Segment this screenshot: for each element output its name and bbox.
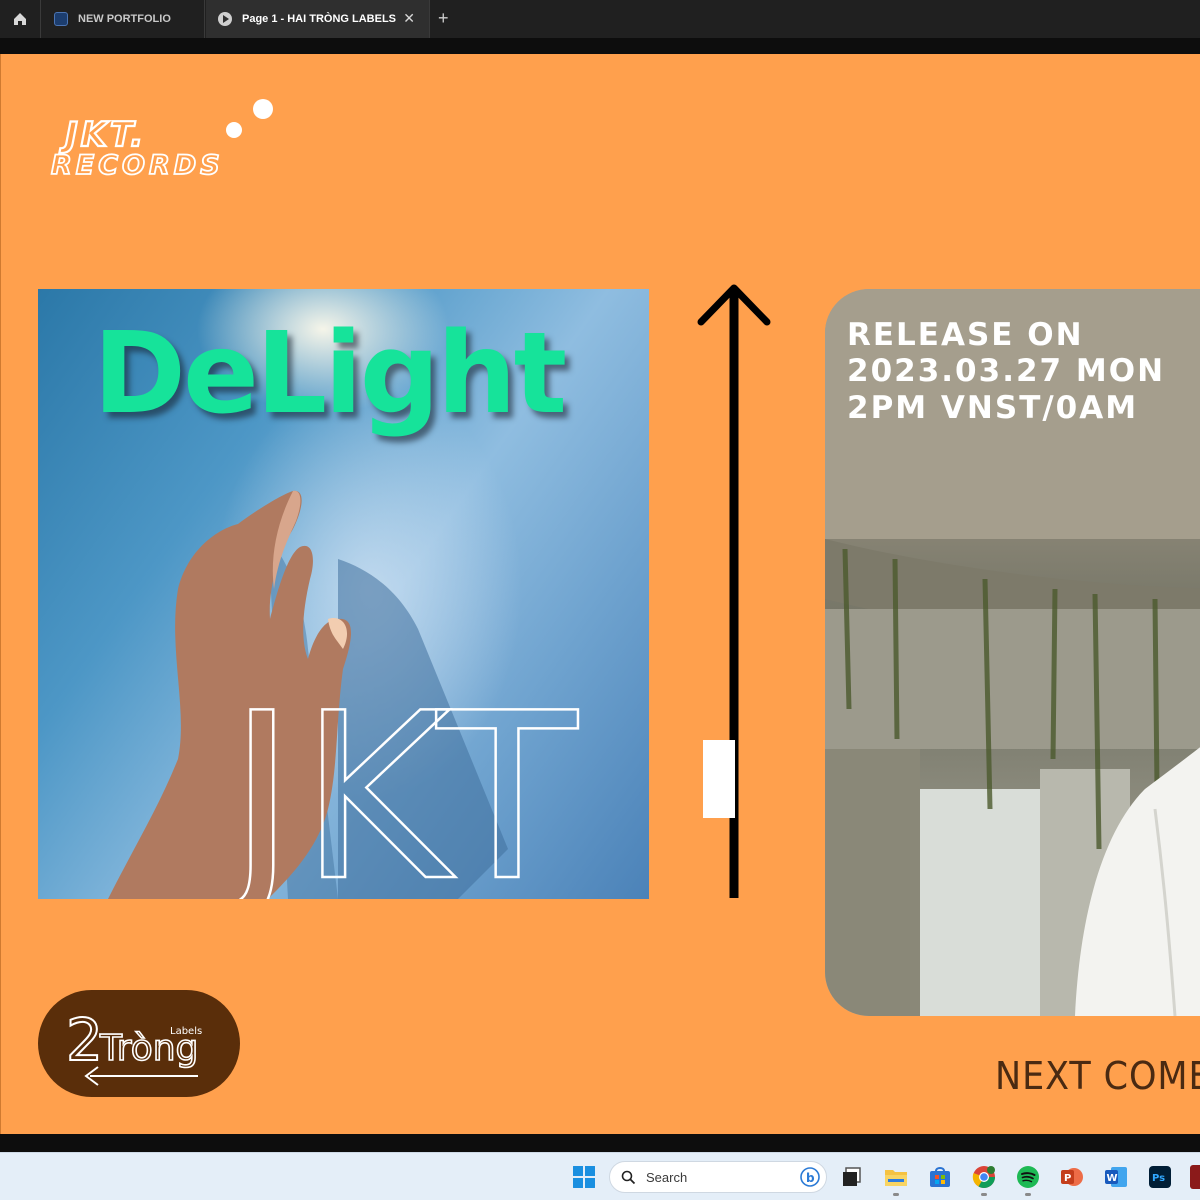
windows-start-icon[interactable]: [572, 1165, 596, 1189]
tab-label: Page 1 - HAI TRÒNG LABELS: [242, 13, 397, 25]
artist-photo: RELEASE ON 2023.03.27 MON 2PM VNST/0AM: [825, 289, 1200, 1016]
bing-icon[interactable]: b: [800, 1167, 820, 1187]
logo-number: 2: [66, 1006, 103, 1074]
release-line-3: 2PM VNST/0AM: [847, 390, 1139, 426]
svg-text:W: W: [1107, 1173, 1118, 1184]
svg-text:P: P: [1064, 1173, 1071, 1184]
hai-trong-labels-logo[interactable]: 2 Tròng Labels: [38, 990, 240, 1097]
chrome-icon[interactable]: [972, 1165, 996, 1189]
windows-taskbar: Search b P W Ps: [0, 1152, 1200, 1200]
photoshop-icon[interactable]: Ps: [1148, 1165, 1172, 1189]
figma-file-icon: [54, 12, 68, 26]
browser-tab-bar: NEW PORTFOLIO Page 1 - HAI TRÒNG LABELS …: [0, 0, 1200, 38]
next-coming-text: NEXT COME: [995, 1054, 1200, 1098]
close-tab-icon[interactable]: ✕: [403, 11, 415, 25]
home-button[interactable]: [0, 0, 41, 38]
powerpoint-icon[interactable]: P: [1060, 1165, 1084, 1189]
album-title: DeLight: [93, 309, 567, 439]
jkt-records-logo: JKT. RECORDS: [50, 99, 273, 182]
release-line-2: 2023.03.27 MON: [847, 353, 1166, 389]
taskbar-search-input[interactable]: Search b: [609, 1161, 827, 1193]
logo-tag: Labels: [170, 1026, 202, 1037]
scroll-thumb[interactable]: [703, 740, 735, 818]
logo-line-2: RECORDS: [51, 150, 224, 181]
tab-page-1[interactable]: Page 1 - HAI TRÒNG LABELS ✕: [206, 0, 430, 38]
spotify-icon[interactable]: [1016, 1165, 1040, 1189]
tab-label: NEW PORTFOLIO: [78, 13, 171, 25]
word-icon[interactable]: W: [1104, 1165, 1128, 1189]
play-icon: [218, 12, 232, 26]
svg-text:Ps: Ps: [1152, 1173, 1165, 1184]
album-cover: JKT DeLight: [38, 289, 649, 899]
task-view-icon[interactable]: [840, 1165, 864, 1189]
search-icon: [621, 1170, 636, 1185]
app-icon-partial[interactable]: [1190, 1165, 1200, 1189]
album-artist: JKT: [216, 665, 581, 899]
file-explorer-icon[interactable]: [884, 1165, 908, 1189]
home-icon: [14, 13, 26, 25]
release-line-1: RELEASE ON: [847, 317, 1084, 353]
svg-text:b: b: [806, 1171, 815, 1185]
microsoft-store-icon[interactable]: [928, 1165, 952, 1189]
new-tab-button[interactable]: +: [438, 9, 449, 27]
presentation-slide: JKT. RECORDS JKT DeLight RELEASE ON 2023…: [0, 54, 1200, 1134]
tab-new-portfolio[interactable]: NEW PORTFOLIO: [42, 0, 205, 38]
logo-line-1: JKT.: [59, 115, 146, 155]
running-indicator: [981, 1193, 987, 1196]
running-indicator: [893, 1193, 899, 1196]
search-placeholder: Search: [646, 1170, 688, 1185]
running-indicator: [1025, 1193, 1031, 1196]
